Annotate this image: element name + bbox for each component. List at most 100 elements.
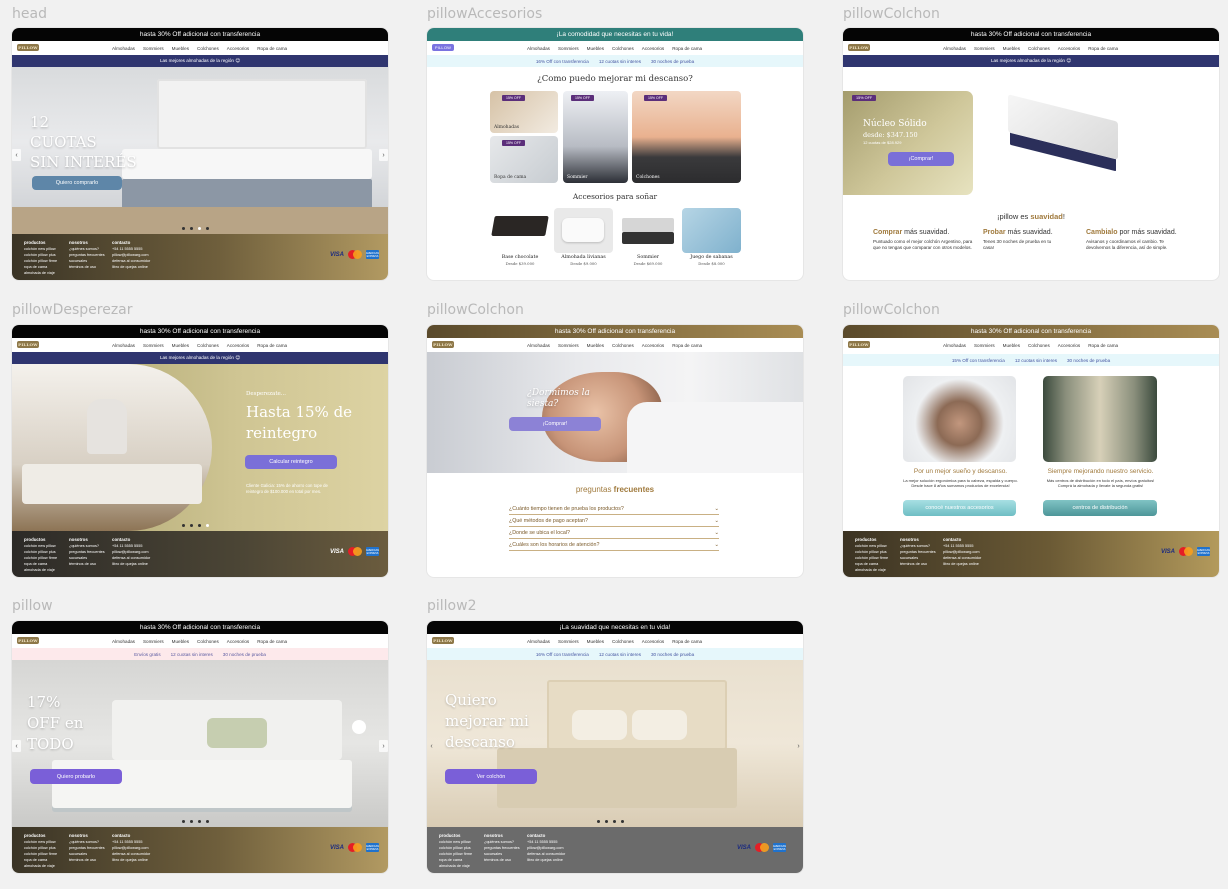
- footer-link[interactable]: libro de quejas online: [112, 561, 150, 567]
- carousel-prev-button[interactable]: ‹: [427, 740, 436, 752]
- nav-item-almohadas[interactable]: Almohadas: [112, 343, 135, 348]
- nav-item-almohadas[interactable]: Almohadas: [112, 46, 135, 51]
- nav-item-colchones[interactable]: Colchones: [197, 639, 219, 644]
- nav-item-ropa-de-cama[interactable]: Ropa de cama: [1088, 46, 1118, 51]
- nav-item-colchones[interactable]: Colchones: [612, 639, 634, 644]
- nav-item-ropa-de-cama[interactable]: Ropa de cama: [257, 639, 287, 644]
- nav-item-colchones[interactable]: Colchones: [1028, 343, 1050, 348]
- hero-cta-button[interactable]: Ver colchón: [445, 769, 537, 784]
- carousel-next-button[interactable]: ›: [379, 149, 388, 161]
- tile-almohadas[interactable]: 15% OFF Almohadas: [490, 91, 558, 133]
- nav-item-almohadas[interactable]: Almohadas: [527, 46, 550, 51]
- footer-link[interactable]: términos de uso: [484, 857, 520, 863]
- carousel-next-button[interactable]: ›: [379, 740, 388, 752]
- nav-item-accesorios[interactable]: Accesorios: [642, 46, 664, 51]
- frame-head[interactable]: hasta 30% Off adicional con transferenci…: [12, 28, 388, 280]
- carousel-prev-button[interactable]: ‹: [12, 149, 21, 161]
- nav-item-accesorios[interactable]: Accesorios: [1058, 343, 1080, 348]
- tile-colchones[interactable]: 15% OFF Colchones: [632, 91, 741, 183]
- frame-accesorios[interactable]: ¡La comodidad que necesitas en tu vida! …: [427, 28, 803, 280]
- footer-link[interactable]: libro de quejas online: [112, 264, 150, 270]
- carousel-dots[interactable]: [182, 820, 209, 823]
- nav-item-colchones[interactable]: Colchones: [197, 46, 219, 51]
- product-card[interactable]: [682, 208, 741, 253]
- carousel-next-button[interactable]: ›: [794, 740, 803, 752]
- nav-item-sommiers[interactable]: Sommiers: [558, 343, 579, 348]
- logo[interactable]: PILLOW: [432, 341, 454, 348]
- frame-colchon-3[interactable]: hasta 30% Off adicional con transferenci…: [843, 325, 1219, 577]
- accesorios-button[interactable]: conocé nuestros accesorios: [903, 500, 1016, 516]
- frame-pillow2[interactable]: ¡La suavidad que necesitas en tu vida! P…: [427, 621, 803, 873]
- nav-item-muebles[interactable]: Muebles: [1003, 343, 1020, 348]
- carousel-dots[interactable]: [597, 820, 624, 823]
- logo[interactable]: PILLOW: [17, 44, 39, 51]
- nav-item-almohadas[interactable]: Almohadas: [943, 343, 966, 348]
- footer-link[interactable]: términos de uso: [69, 857, 105, 863]
- faq-item[interactable]: ¿Donde se ubica el local? ⌄: [509, 527, 719, 539]
- nav-item-ropa-de-cama[interactable]: Ropa de cama: [1088, 343, 1118, 348]
- nav-item-ropa-de-cama[interactable]: Ropa de cama: [672, 343, 702, 348]
- logo[interactable]: PILLOW: [17, 637, 39, 644]
- faq-item[interactable]: ¿Cuánto tiempo tienen de prueba los prod…: [509, 505, 719, 515]
- nav-item-almohadas[interactable]: Almohadas: [527, 639, 550, 644]
- nav-item-accesorios[interactable]: Accesorios: [642, 639, 664, 644]
- nav-item-muebles[interactable]: Muebles: [172, 343, 189, 348]
- product-card[interactable]: [618, 208, 678, 253]
- logo[interactable]: PILLOW: [432, 637, 454, 644]
- hero-cta-button[interactable]: Quiero probarlo: [30, 769, 122, 784]
- footer-link[interactable]: términos de uso: [900, 561, 936, 567]
- buy-button[interactable]: ¡Comprar!: [888, 152, 954, 166]
- logo[interactable]: PILLOW: [17, 341, 39, 348]
- nav-item-colchones[interactable]: Colchones: [612, 343, 634, 348]
- footer-link[interactable]: almohada de viaje: [24, 567, 57, 573]
- logo[interactable]: PILLOW: [848, 44, 870, 51]
- nav-item-muebles[interactable]: Muebles: [587, 343, 604, 348]
- nav-item-sommiers[interactable]: Sommiers: [143, 343, 164, 348]
- nav-item-sommiers[interactable]: Sommiers: [558, 46, 579, 51]
- nav-item-sommiers[interactable]: Sommiers: [974, 46, 995, 51]
- nav-item-accesorios[interactable]: Accesorios: [227, 343, 249, 348]
- frame-colchon-2[interactable]: hasta 30% Off adicional con transferenci…: [427, 325, 803, 577]
- nav-item-almohadas[interactable]: Almohadas: [527, 343, 550, 348]
- nav-item-almohadas[interactable]: Almohadas: [943, 46, 966, 51]
- nav-item-muebles[interactable]: Muebles: [587, 46, 604, 51]
- nav-item-sommiers[interactable]: Sommiers: [558, 639, 579, 644]
- nav-item-sommiers[interactable]: Sommiers: [143, 46, 164, 51]
- nav-item-ropa-de-cama[interactable]: Ropa de cama: [672, 639, 702, 644]
- logo[interactable]: PILLOW: [432, 44, 454, 51]
- nav-item-muebles[interactable]: Muebles: [587, 639, 604, 644]
- carousel-dots[interactable]: [182, 524, 209, 527]
- tile-sommier[interactable]: 15% OFF Sommier: [563, 91, 628, 183]
- footer-link[interactable]: libro de quejas online: [112, 857, 150, 863]
- nav-item-sommiers[interactable]: Sommiers: [974, 343, 995, 348]
- buy-button[interactable]: ¡Comprar!: [509, 417, 601, 431]
- nav-item-muebles[interactable]: Muebles: [172, 46, 189, 51]
- faq-item[interactable]: ¿Cuáles son los horarios de atención? ⌄: [509, 539, 719, 551]
- calcular-reintegro-button[interactable]: Calcular reintegro: [245, 455, 337, 469]
- nav-item-ropa-de-cama[interactable]: Ropa de cama: [672, 46, 702, 51]
- nav-item-muebles[interactable]: Muebles: [172, 639, 189, 644]
- product-card[interactable]: [490, 208, 550, 253]
- nav-item-accesorios[interactable]: Accesorios: [227, 639, 249, 644]
- nav-item-accesorios[interactable]: Accesorios: [1058, 46, 1080, 51]
- footer-link[interactable]: términos de uso: [69, 264, 105, 270]
- footer-link[interactable]: términos de uso: [69, 561, 105, 567]
- nav-item-ropa-de-cama[interactable]: Ropa de cama: [257, 46, 287, 51]
- logo[interactable]: PILLOW: [848, 341, 870, 348]
- frame-pillow[interactable]: hasta 30% Off adicional con transferenci…: [12, 621, 388, 873]
- product-card[interactable]: [554, 208, 613, 253]
- footer-link[interactable]: libro de quejas online: [527, 857, 565, 863]
- nav-item-accesorios[interactable]: Accesorios: [642, 343, 664, 348]
- tile-ropa-de-cama[interactable]: 15% OFF Ropa de cama: [490, 136, 558, 183]
- nav-item-almohadas[interactable]: Almohadas: [112, 639, 135, 644]
- hero-cta-button[interactable]: Quiero comprarlo: [32, 176, 122, 190]
- footer-link[interactable]: almohada de viaje: [24, 270, 57, 276]
- nav-item-colchones[interactable]: Colchones: [197, 343, 219, 348]
- faq-item[interactable]: ¿Qué métodos de pago aceptan? ⌄: [509, 515, 719, 527]
- footer-link[interactable]: almohada de viaje: [855, 567, 888, 573]
- nav-item-ropa-de-cama[interactable]: Ropa de cama: [257, 343, 287, 348]
- nav-item-muebles[interactable]: Muebles: [1003, 46, 1020, 51]
- frame-desperezar[interactable]: hasta 30% Off adicional con transferenci…: [12, 325, 388, 577]
- carousel-dots[interactable]: [182, 227, 209, 230]
- nav-item-colchones[interactable]: Colchones: [1028, 46, 1050, 51]
